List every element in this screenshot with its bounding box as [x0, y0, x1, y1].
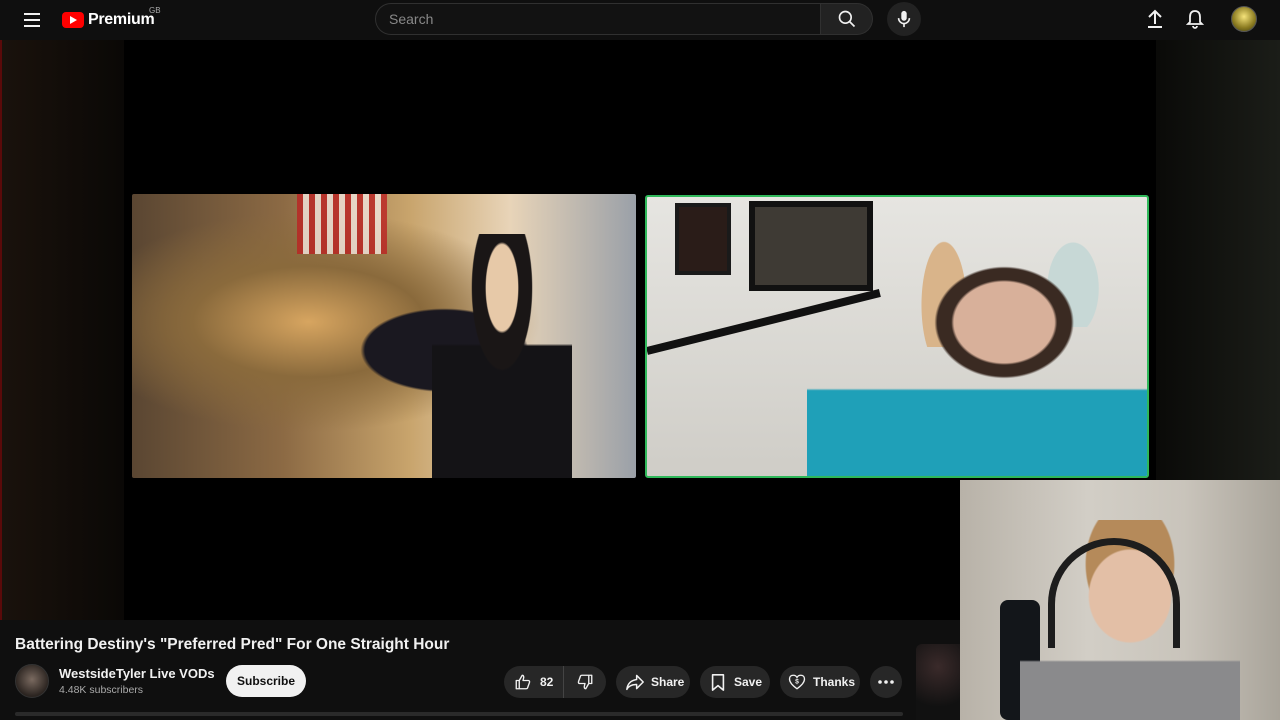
youtube-logo-icon	[62, 12, 84, 28]
ambient-glow-left	[0, 40, 124, 620]
save-label: Save	[734, 675, 763, 689]
dislike-icon	[577, 674, 593, 690]
share-button[interactable]: Share	[616, 666, 690, 698]
related-video-thumbnail[interactable]	[916, 644, 960, 720]
streamer-webcam-overlay	[960, 480, 1280, 720]
channel-name[interactable]: WestsideTyler Live VODs	[59, 666, 215, 681]
more-actions-button[interactable]	[870, 666, 902, 698]
upload-icon	[1148, 9, 1162, 28]
bell-icon	[1186, 10, 1204, 29]
search-bar	[375, 3, 873, 35]
save-button[interactable]: Save	[700, 666, 770, 698]
voice-search-button[interactable]	[887, 2, 921, 36]
thanks-label: Thanks	[813, 675, 856, 689]
subscriber-count: 4.48K subscribers	[59, 684, 144, 696]
svg-text:$: $	[795, 679, 799, 686]
youtube-logo[interactable]: Premium	[62, 9, 155, 31]
dislike-button[interactable]	[564, 666, 606, 698]
search-icon	[838, 10, 855, 28]
share-label: Share	[651, 675, 685, 689]
search-button[interactable]	[821, 3, 873, 35]
webcam-feed-right-active	[645, 195, 1149, 478]
like-dislike-group: 82	[504, 666, 606, 698]
webcam-feed-left	[132, 194, 636, 478]
upload-button[interactable]	[1143, 7, 1167, 31]
participant-right	[807, 237, 1147, 476]
channel-avatar[interactable]	[15, 664, 49, 698]
participant-left	[432, 234, 572, 478]
search-input[interactable]	[375, 3, 821, 35]
thanks-button[interactable]: $ Thanks	[780, 666, 860, 698]
wall-frame	[675, 203, 731, 275]
description-box-edge	[15, 712, 903, 716]
like-count: 82	[540, 675, 554, 689]
mic-icon	[897, 10, 911, 28]
account-avatar[interactable]	[1231, 6, 1257, 32]
region-code: GB	[149, 6, 161, 15]
save-icon	[711, 673, 725, 691]
flag-backdrop	[297, 194, 387, 254]
like-icon	[515, 674, 531, 690]
subscribe-button[interactable]: Subscribe	[226, 665, 306, 697]
thanks-icon: $	[788, 674, 806, 690]
top-bar: Premium GB	[0, 0, 1280, 40]
menu-icon[interactable]	[20, 9, 44, 31]
logo-text: Premium	[88, 11, 155, 28]
notifications-button[interactable]	[1183, 7, 1207, 31]
video-title: Battering Destiny's "Preferred Pred" For…	[15, 636, 450, 653]
like-button[interactable]: 82	[504, 666, 564, 698]
more-icon	[878, 680, 894, 684]
share-icon	[626, 674, 644, 691]
ambient-edge	[0, 40, 2, 620]
